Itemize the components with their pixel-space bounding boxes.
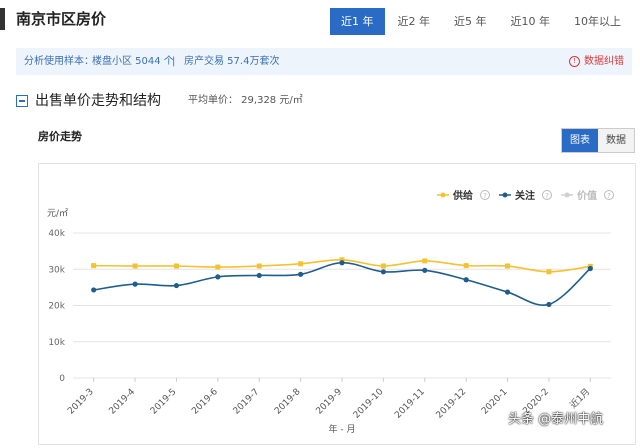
- range-tabs: 近1 年 近2 年 近5 年 近10 年 10年以上: [328, 8, 632, 35]
- y-tick-label: 0: [59, 374, 65, 384]
- data-point: [298, 271, 304, 277]
- chart-container: 元/㎡ 0 10k 20k 30k 40k 2019-3 2019-4 2019-5 2019-6…: [38, 163, 636, 445]
- x-tick-label: 2019-8: [273, 387, 303, 417]
- data-point: [256, 263, 262, 269]
- x-tick-label: 2019-11: [393, 387, 427, 421]
- legend-label: 供给: [452, 189, 473, 202]
- x-tick-label: 2019-3: [66, 387, 96, 417]
- report-error-label: 数据纠错: [584, 56, 624, 67]
- data-point: [505, 263, 511, 269]
- data-view-button[interactable]: 数据: [598, 129, 634, 152]
- data-point: [463, 263, 469, 269]
- tab-10-years[interactable]: 近10 年: [500, 8, 562, 35]
- trade-count: 房产交易 57.4万套次: [184, 56, 280, 67]
- data-point: [132, 281, 138, 287]
- data-point: [215, 264, 221, 270]
- info-separator: |: [172, 56, 176, 67]
- section-title: 出售单价走势和结构: [35, 93, 161, 109]
- title-accent-bar: [0, 8, 5, 30]
- data-point: [587, 265, 593, 272]
- data-point: [546, 301, 552, 308]
- tab-1-year[interactable]: 近1 年: [330, 8, 385, 35]
- data-point: [422, 267, 428, 273]
- legend-label: 价值: [577, 189, 597, 202]
- watermark: 头条 @泰州中航: [508, 412, 604, 427]
- x-tick-label: 2020-1: [480, 387, 510, 417]
- chart-subheading: 房价走势: [38, 130, 82, 143]
- data-point: [463, 277, 469, 283]
- data-point: [173, 263, 179, 269]
- data-point: [91, 287, 97, 293]
- alert-icon: !: [569, 55, 580, 67]
- view-toggle: 图表 数据: [561, 128, 635, 153]
- x-tick-label: 2019-6: [190, 387, 220, 417]
- data-point: [380, 263, 386, 269]
- collapse-icon[interactable]: [16, 95, 28, 107]
- sample-label: 分析使用样本：: [24, 56, 94, 67]
- legend-swatch-marker: [502, 192, 508, 198]
- data-point: [215, 274, 221, 280]
- y-tick-label: 10k: [48, 338, 65, 348]
- help-icon-glyph: ?: [545, 192, 549, 200]
- chart-view-button[interactable]: 图表: [562, 129, 598, 152]
- x-tick-label: 2019-5: [149, 387, 179, 417]
- x-tick-label: 2019-10: [352, 387, 386, 421]
- y-tick-label: 20k: [48, 302, 65, 312]
- x-tick-label: 2019-12: [435, 387, 469, 421]
- x-tick-label: 2019-4: [108, 387, 138, 417]
- x-tick-label: 2019-9: [315, 387, 345, 417]
- data-point: [504, 289, 511, 295]
- data-point: [298, 261, 304, 267]
- data-point: [339, 260, 345, 266]
- sample-value: 楼盘小区 5044 个: [92, 56, 174, 67]
- data-point: [173, 282, 180, 289]
- y-tick-label: 40k: [48, 229, 65, 239]
- help-icon-glyph: ?: [483, 192, 487, 200]
- sample-info-bar: 分析使用样本： 楼盘小区 5044 个 | 房产交易 57.4万套次 ! 数据纠错: [16, 48, 632, 75]
- data-point: [91, 263, 97, 269]
- legend-label: 关注: [515, 189, 535, 202]
- x-axis-title: 年 - 月: [329, 423, 356, 435]
- help-icon-glyph: ?: [607, 192, 611, 200]
- tab-2-years[interactable]: 近2 年: [387, 8, 442, 35]
- x-tick-label: 2019-7: [232, 387, 262, 417]
- legend-swatch-marker: [564, 192, 570, 198]
- average-price: 平均单价： 29,328 元/㎡: [188, 95, 303, 106]
- data-point: [256, 272, 262, 279]
- price-trend-chart: 元/㎡ 0 10k 20k 30k 40k 2019-3 2019-4 2019-5 2019-6…: [47, 189, 614, 435]
- tab-5-years[interactable]: 近5 年: [443, 8, 498, 35]
- y-unit-label: 元/㎡: [47, 208, 68, 219]
- data-point: [422, 258, 428, 264]
- legend-swatch-marker: [440, 192, 446, 198]
- report-error-link[interactable]: ! 数据纠错: [569, 48, 624, 75]
- data-point: [380, 269, 386, 275]
- data-point: [546, 269, 552, 275]
- tab-10-plus-years[interactable]: 10年以上: [563, 8, 632, 35]
- y-tick-label: 30k: [48, 265, 65, 275]
- data-point: [132, 263, 138, 269]
- page-title: 南京市区房价: [16, 10, 107, 28]
